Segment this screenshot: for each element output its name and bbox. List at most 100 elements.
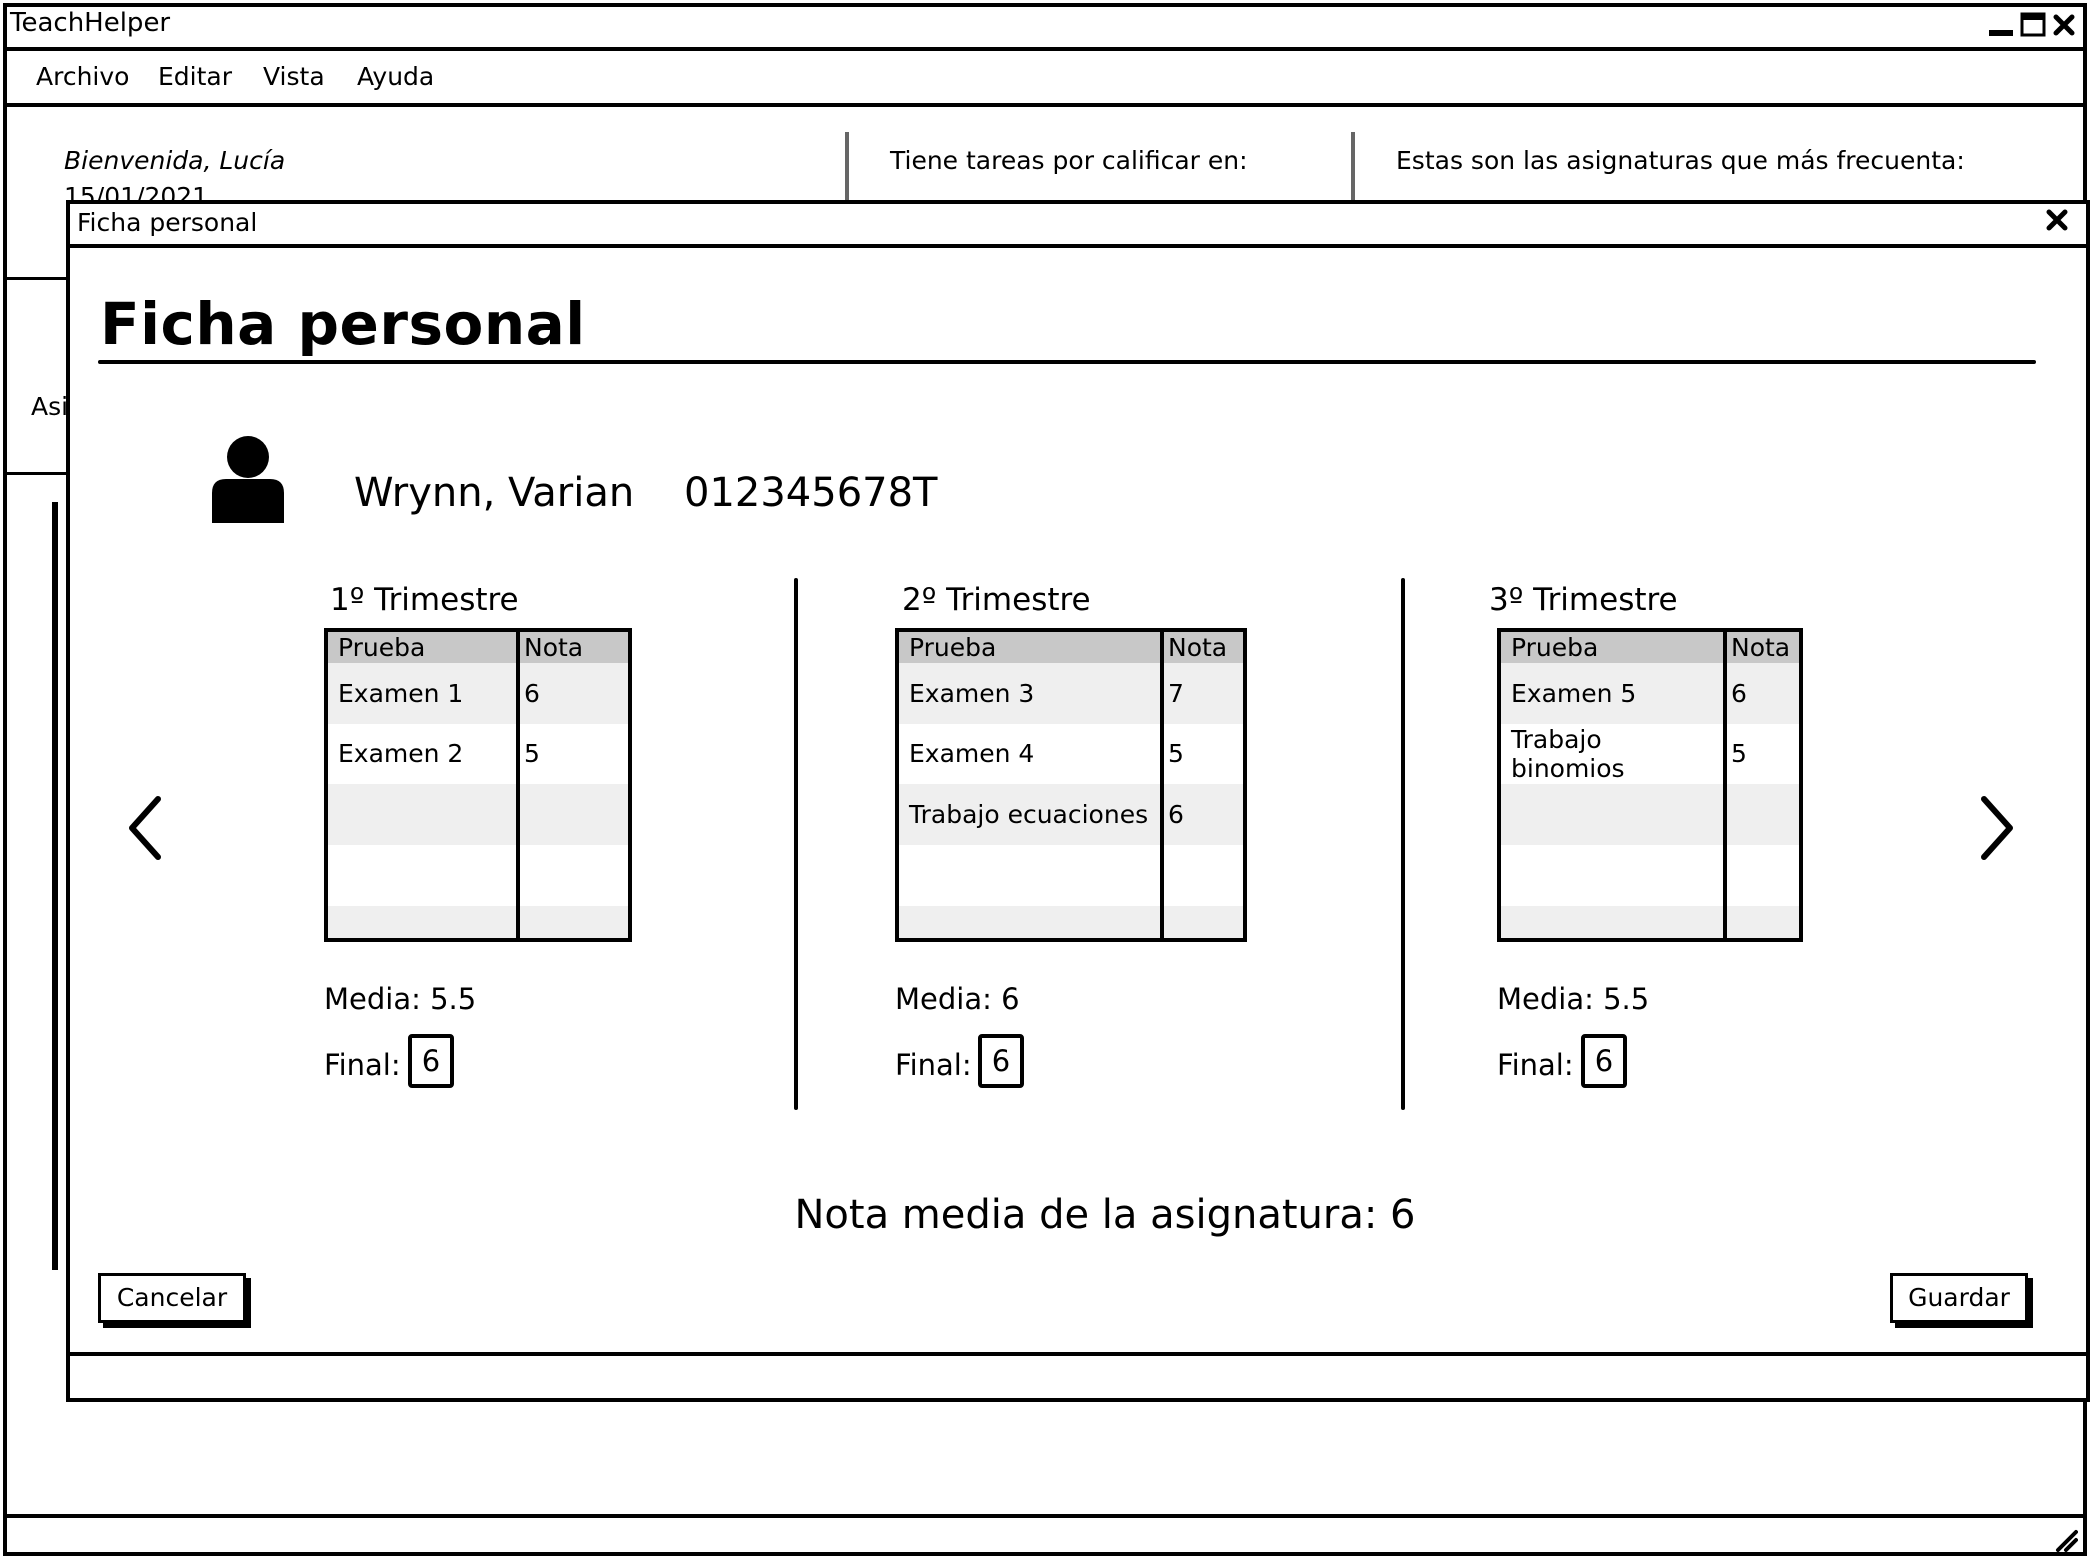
dialog-close-icon[interactable] bbox=[2046, 209, 2068, 231]
trimester-divider bbox=[794, 578, 798, 1110]
final-label: Final: bbox=[324, 1048, 401, 1082]
table-row[interactable]: Trabajo ecuaciones 6 bbox=[899, 784, 1243, 845]
trimester-1-final-input[interactable]: 6 bbox=[408, 1034, 454, 1088]
table-row[interactable]: Examen 25 bbox=[328, 723, 628, 785]
menu-ayuda[interactable]: Ayuda bbox=[357, 62, 434, 91]
test-cell: Examen 4 bbox=[899, 723, 1162, 785]
grade-cell: 5 bbox=[1723, 723, 1799, 785]
grade-cell bbox=[1160, 905, 1243, 938]
media-label: Media: bbox=[324, 982, 421, 1016]
frequent-subjects-label: Estas son las asignaturas que más frecue… bbox=[1396, 146, 1965, 175]
grade-cell: 7 bbox=[1160, 663, 1243, 724]
dialog-footer-divider bbox=[66, 1352, 2090, 1356]
column-header-nota[interactable]: Nota bbox=[1723, 632, 1799, 663]
table-row[interactable] bbox=[899, 844, 1243, 906]
trimester-2-final-input[interactable]: 6 bbox=[978, 1034, 1024, 1088]
table-row[interactable]: Examen 56 bbox=[1501, 663, 1799, 724]
trimester-1-media: Media: 5.5 bbox=[324, 982, 476, 1016]
trimester-3-final-input[interactable]: 6 bbox=[1581, 1034, 1627, 1088]
column-header-prueba[interactable]: Prueba bbox=[899, 632, 1162, 663]
table-row[interactable] bbox=[1501, 905, 1799, 938]
column-header-prueba[interactable]: Prueba bbox=[328, 632, 518, 663]
test-cell: Examen 2 bbox=[328, 723, 518, 785]
test-cell bbox=[1501, 905, 1725, 938]
grade-cell: 5 bbox=[516, 723, 628, 785]
window-title: TeachHelper bbox=[10, 8, 171, 38]
grade-cell bbox=[1723, 905, 1799, 938]
column-header-nota[interactable]: Nota bbox=[1160, 632, 1243, 663]
menu-archivo[interactable]: Archivo bbox=[36, 62, 129, 91]
heading-underline bbox=[98, 360, 2036, 364]
test-cell: Examen 3 bbox=[899, 663, 1162, 724]
student-name: Wrynn, Varian bbox=[354, 470, 635, 516]
table-row[interactable]: Examen 45 bbox=[899, 723, 1243, 785]
test-cell: Examen 1 bbox=[328, 663, 518, 724]
maximize-icon[interactable] bbox=[2020, 12, 2046, 38]
trimester-2-table: Prueba Nota Examen 37 Examen 45 Trabajo … bbox=[895, 628, 1247, 942]
divider bbox=[3, 277, 66, 280]
test-cell bbox=[1501, 844, 1725, 906]
media-label: Media: bbox=[895, 982, 992, 1016]
status-bar bbox=[3, 1514, 2087, 1518]
table-row[interactable] bbox=[328, 905, 628, 938]
resize-grip-icon[interactable] bbox=[2052, 1526, 2078, 1552]
grade-cell bbox=[1723, 784, 1799, 845]
test-cell: Trabajo ecuaciones bbox=[899, 784, 1162, 845]
close-icon[interactable] bbox=[2052, 12, 2076, 38]
trimester-3-table: Prueba Nota Examen 56 Trabajo binomios 5 bbox=[1497, 628, 1803, 942]
subjects-tab[interactable]: Asi bbox=[31, 392, 68, 421]
menu-vista[interactable]: Vista bbox=[263, 62, 325, 91]
media-label: Media: bbox=[1497, 982, 1594, 1016]
divider bbox=[3, 472, 66, 475]
trimester-1-title: 1º Trimestre bbox=[330, 582, 519, 618]
window-titlebar bbox=[3, 3, 2087, 51]
page-title: Ficha personal bbox=[100, 290, 586, 358]
save-button[interactable]: Guardar bbox=[1890, 1273, 2028, 1323]
final-label: Final: bbox=[1497, 1048, 1574, 1082]
student-id: 012345678T bbox=[684, 470, 938, 516]
table-row[interactable] bbox=[1501, 784, 1799, 845]
trimester-2-media: Media: 6 bbox=[895, 982, 1020, 1016]
table-row[interactable]: Trabajo binomios 5 bbox=[1501, 723, 1799, 785]
cancel-button[interactable]: Cancelar bbox=[98, 1273, 246, 1323]
test-cell bbox=[1501, 784, 1725, 845]
menu-editar[interactable]: Editar bbox=[158, 62, 232, 91]
next-arrow-icon[interactable] bbox=[1972, 793, 2020, 863]
trimester-3-media: Media: 5.5 bbox=[1497, 982, 1649, 1016]
grade-cell: 5 bbox=[1160, 723, 1243, 785]
grade-cell bbox=[1723, 844, 1799, 906]
previous-arrow-icon[interactable] bbox=[122, 793, 170, 863]
test-cell bbox=[899, 844, 1162, 906]
table-row[interactable] bbox=[328, 844, 628, 906]
media-value: 6 bbox=[1001, 982, 1020, 1016]
grade-cell bbox=[516, 844, 628, 906]
test-cell bbox=[328, 784, 518, 845]
test-cell bbox=[328, 844, 518, 906]
table-row[interactable] bbox=[1501, 844, 1799, 906]
table-row[interactable]: Examen 37 bbox=[899, 663, 1243, 724]
trimester-1-table: Prueba Nota Examen 16 Examen 25 bbox=[324, 628, 632, 942]
grade-cell bbox=[516, 784, 628, 845]
grade-cell: 6 bbox=[1160, 784, 1243, 845]
test-cell bbox=[899, 905, 1162, 938]
column-header-prueba[interactable]: Prueba bbox=[1501, 632, 1725, 663]
table-row[interactable]: Examen 16 bbox=[328, 663, 628, 724]
overall-average: Nota media de la asignatura: 6 bbox=[794, 1192, 1416, 1238]
test-cell bbox=[328, 905, 518, 938]
table-row[interactable] bbox=[899, 905, 1243, 938]
final-label: Final: bbox=[895, 1048, 972, 1082]
minimize-icon[interactable] bbox=[1988, 12, 2014, 38]
column-header-nota[interactable]: Nota bbox=[516, 632, 628, 663]
panel-divider bbox=[1351, 132, 1355, 200]
test-cell: Trabajo binomios bbox=[1501, 723, 1725, 785]
content-panel-edge bbox=[52, 502, 58, 1270]
pending-tasks-label: Tiene tareas por calificar en: bbox=[890, 146, 1248, 175]
trimester-divider bbox=[1401, 578, 1405, 1110]
trimester-2-title: 2º Trimestre bbox=[902, 582, 1091, 618]
table-row[interactable] bbox=[328, 784, 628, 845]
media-value: 5.5 bbox=[1603, 982, 1650, 1016]
panel-divider bbox=[845, 132, 849, 200]
test-cell: Examen 5 bbox=[1501, 663, 1725, 724]
dialog-title: Ficha personal bbox=[77, 208, 258, 237]
user-avatar-icon bbox=[212, 436, 284, 523]
